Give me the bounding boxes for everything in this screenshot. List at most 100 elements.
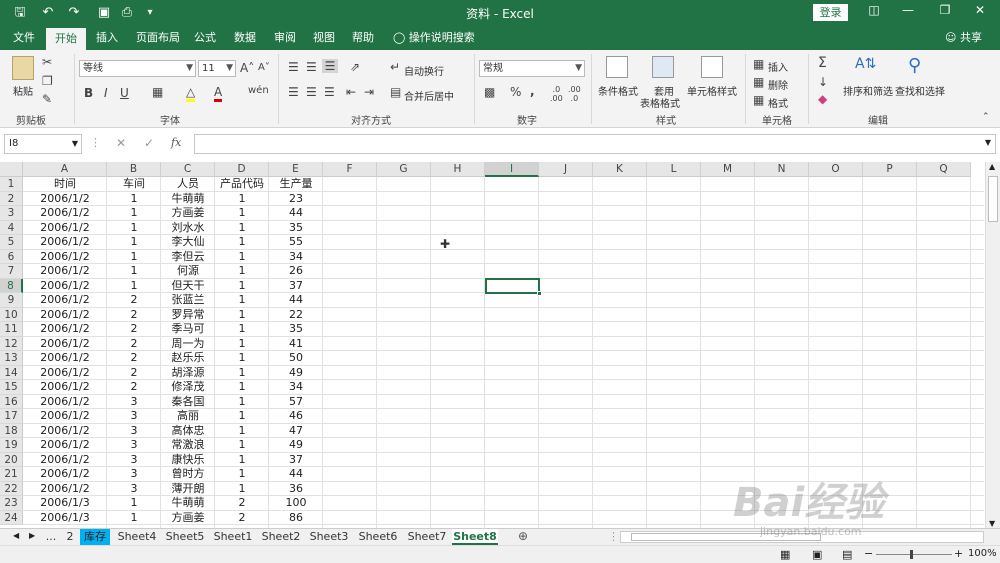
select-all-button[interactable] bbox=[0, 162, 23, 177]
format-painter-icon[interactable]: ✎ bbox=[42, 92, 52, 106]
login-button[interactable]: 登录 bbox=[813, 4, 848, 21]
table-cell[interactable]: 1 bbox=[215, 206, 269, 221]
font-color-icon[interactable]: A bbox=[214, 85, 223, 102]
row-header[interactable]: 22 bbox=[0, 481, 23, 496]
row-header[interactable]: 19 bbox=[0, 438, 23, 453]
insert-function-icon[interactable]: fx bbox=[171, 136, 181, 149]
table-cell[interactable]: 曾时方 bbox=[161, 467, 215, 482]
table-cell[interactable]: 44 bbox=[269, 293, 323, 308]
table-cell[interactable]: 薄开朗 bbox=[161, 482, 215, 497]
table-cell[interactable]: 常激浪 bbox=[161, 438, 215, 453]
scroll-thumb[interactable] bbox=[988, 176, 998, 222]
table-cell[interactable]: 22 bbox=[269, 308, 323, 323]
find-select-icon[interactable]: ⚲ bbox=[908, 55, 921, 76]
table-cell[interactable]: 1 bbox=[215, 395, 269, 410]
increase-indent-icon[interactable]: ⇥ bbox=[364, 85, 374, 99]
table-cell[interactable]: 1 bbox=[107, 221, 161, 236]
table-cell[interactable]: 1 bbox=[107, 250, 161, 265]
row-header[interactable]: 17 bbox=[0, 409, 23, 424]
table-cell[interactable]: 26 bbox=[269, 264, 323, 279]
header-cell[interactable]: 时间 bbox=[23, 177, 107, 192]
table-cell[interactable]: 康快乐 bbox=[161, 453, 215, 468]
table-cell[interactable]: 李但云 bbox=[161, 250, 215, 265]
row-header[interactable]: 18 bbox=[0, 423, 23, 438]
table-cell[interactable]: 1 bbox=[215, 293, 269, 308]
find-select-button[interactable]: 查找和选择 bbox=[895, 83, 945, 98]
header-cell[interactable]: 生产量 bbox=[269, 177, 323, 192]
zoom-slider[interactable] bbox=[876, 554, 952, 555]
page-break-view-icon[interactable]: ▤ bbox=[842, 548, 852, 561]
wrap-text-button[interactable]: 自动换行 bbox=[404, 63, 444, 78]
table-cell[interactable]: 2006/1/2 bbox=[23, 482, 107, 497]
tab-page-layout[interactable]: 页面布局 bbox=[136, 26, 180, 50]
table-cell[interactable]: 何源 bbox=[161, 264, 215, 279]
table-cell[interactable]: 2006/1/2 bbox=[23, 337, 107, 352]
table-cell[interactable]: 2006/1/2 bbox=[23, 250, 107, 265]
row-header[interactable]: 15 bbox=[0, 380, 23, 395]
close-icon[interactable]: ✕ bbox=[970, 3, 990, 17]
table-cell[interactable]: 37 bbox=[269, 453, 323, 468]
table-cell[interactable]: 1 bbox=[215, 467, 269, 482]
sheet-tab-sheet3[interactable]: Sheet3 bbox=[306, 529, 352, 545]
fill-icon[interactable]: ↓ bbox=[818, 75, 828, 89]
comma-button[interactable]: , bbox=[530, 84, 535, 98]
border-icon[interactable]: ▦ bbox=[152, 85, 163, 99]
minimize-icon[interactable]: — bbox=[898, 3, 918, 17]
table-cell[interactable]: 2006/1/2 bbox=[23, 264, 107, 279]
column-header-n[interactable]: N bbox=[755, 162, 809, 177]
format-cells-icon[interactable]: ▦ bbox=[753, 93, 764, 107]
bold-button[interactable]: B bbox=[84, 86, 93, 100]
cancel-icon[interactable]: ✕ bbox=[116, 136, 126, 150]
table-cell[interactable]: 1 bbox=[215, 279, 269, 294]
delete-cells-button[interactable]: 删除 bbox=[768, 77, 788, 92]
column-header-a[interactable]: A bbox=[23, 162, 107, 177]
table-cell[interactable]: 1 bbox=[215, 482, 269, 497]
row-header[interactable]: 11 bbox=[0, 322, 23, 337]
fill-handle[interactable] bbox=[537, 291, 542, 296]
ribbon-display-icon[interactable]: ◫ bbox=[864, 3, 884, 17]
column-header-c[interactable]: C bbox=[161, 162, 215, 177]
underline-button[interactable]: U bbox=[120, 86, 129, 100]
table-cell[interactable]: 1 bbox=[107, 235, 161, 250]
column-header-m[interactable]: M bbox=[701, 162, 755, 177]
insert-cells-icon[interactable]: ▦ bbox=[753, 57, 764, 71]
table-cell[interactable]: 胡泽源 bbox=[161, 366, 215, 381]
column-header-l[interactable]: L bbox=[647, 162, 701, 177]
row-header[interactable]: 6 bbox=[0, 249, 23, 264]
row-header[interactable]: 14 bbox=[0, 365, 23, 380]
table-cell[interactable]: 1 bbox=[215, 351, 269, 366]
table-cell[interactable]: 57 bbox=[269, 395, 323, 410]
row-header[interactable]: 21 bbox=[0, 467, 23, 482]
header-cell[interactable]: 产品代码 bbox=[215, 177, 269, 192]
collapse-ribbon-icon[interactable]: ⌃ bbox=[982, 112, 990, 122]
table-cell[interactable]: 49 bbox=[269, 438, 323, 453]
sort-filter-button[interactable]: 排序和筛选 bbox=[843, 83, 893, 98]
table-cell[interactable]: 2006/1/2 bbox=[23, 395, 107, 410]
tab-view[interactable]: 视图 bbox=[313, 26, 335, 50]
table-cell[interactable]: 3 bbox=[107, 467, 161, 482]
align-middle-icon[interactable]: ☰ bbox=[306, 60, 317, 74]
table-cell[interactable]: 44 bbox=[269, 467, 323, 482]
row-header[interactable]: 7 bbox=[0, 264, 23, 279]
add-sheet-icon[interactable]: ⊕ bbox=[518, 529, 528, 543]
restore-icon[interactable]: ❐ bbox=[935, 3, 955, 17]
row-header[interactable]: 23 bbox=[0, 496, 23, 511]
scroll-up-icon[interactable]: ▲ bbox=[989, 162, 995, 171]
sheet-tab-sheet4[interactable]: Sheet4 bbox=[114, 529, 160, 545]
column-header-e[interactable]: E bbox=[269, 162, 323, 177]
table-cell[interactable]: 2 bbox=[107, 351, 161, 366]
table-cell[interactable]: 2 bbox=[107, 308, 161, 323]
tab-formulas[interactable]: 公式 bbox=[194, 26, 216, 50]
table-cell[interactable]: 2 bbox=[107, 337, 161, 352]
table-cell[interactable]: 35 bbox=[269, 221, 323, 236]
column-header-d[interactable]: D bbox=[215, 162, 269, 177]
cell-styles-icon[interactable] bbox=[701, 56, 723, 78]
table-cell[interactable]: 1 bbox=[215, 380, 269, 395]
column-header-h[interactable]: H bbox=[431, 162, 485, 177]
table-cell[interactable]: 1 bbox=[215, 221, 269, 236]
vertical-scrollbar[interactable]: ▲ ▼ bbox=[985, 162, 1000, 528]
table-cell[interactable]: 2006/1/2 bbox=[23, 351, 107, 366]
next-sheet-icon[interactable]: ▶ bbox=[29, 531, 35, 540]
table-cell[interactable]: 49 bbox=[269, 366, 323, 381]
table-cell[interactable]: 2006/1/3 bbox=[23, 496, 107, 511]
